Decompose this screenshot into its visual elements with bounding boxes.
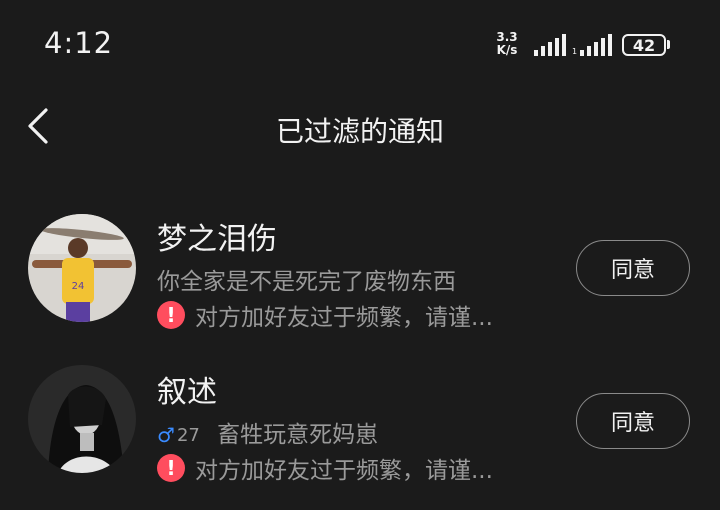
agree-button[interactable]: 同意 [576, 240, 690, 296]
status-bar: 4:12 3.3 K/s 1 42 [0, 0, 720, 90]
avatar-image: 24 [28, 214, 136, 322]
network-speed: 3.3 K/s [492, 31, 522, 57]
page-title: 已过滤的通知 [275, 115, 444, 148]
exclamation-icon: ! [157, 301, 185, 329]
gender-age-badge: ♂ 27 [157, 423, 200, 447]
warning-text: 对方加好友过于频繁，请谨... [195, 458, 493, 484]
male-icon: ♂ [157, 423, 175, 447]
request-message: 你全家是不是死完了废物东西 [157, 269, 456, 295]
svg-text:1: 1 [572, 47, 577, 56]
age: 27 [176, 424, 200, 446]
avatar[interactable]: 24 [28, 214, 136, 322]
warning-text: 对方加好友过于频繁，请谨... [195, 305, 493, 331]
battery-icon: 42 [622, 34, 666, 56]
svg-text:24: 24 [72, 281, 85, 292]
warning-row: ! 对方加好友过于频繁，请谨... [157, 300, 493, 331]
request-message: 畜牲玩意死妈崽 [217, 422, 379, 448]
agree-button[interactable]: 同意 [576, 393, 690, 449]
contact-name: 叙述 [157, 375, 217, 410]
signal-icon [534, 34, 566, 56]
avatar-image [28, 365, 136, 473]
contact-name: 梦之泪伤 [157, 222, 277, 257]
exclamation-icon: ! [157, 454, 185, 482]
list-item[interactable]: 24 梦之泪伤 你全家是不是死完了废物东西 ! 对方加好友过于频繁，请谨... … [0, 200, 720, 350]
list-item[interactable]: 叙述 ♂ 27 畜牲玩意死妈崽 ! 对方加好友过于频繁，请谨... 同意 [0, 355, 720, 505]
network-speed-unit: K/s [496, 43, 518, 57]
status-time: 4:12 [44, 26, 114, 60]
battery-tip [667, 40, 670, 49]
request-message-row: ♂ 27 畜牲玩意死妈崽 [157, 415, 378, 449]
warning-row: ! 对方加好友过于频繁，请谨... [157, 453, 493, 484]
header: 已过滤的通知 [0, 96, 720, 156]
signal-icon: 1 [572, 34, 612, 56]
avatar[interactable] [28, 365, 136, 473]
battery-level: 42 [632, 35, 656, 55]
